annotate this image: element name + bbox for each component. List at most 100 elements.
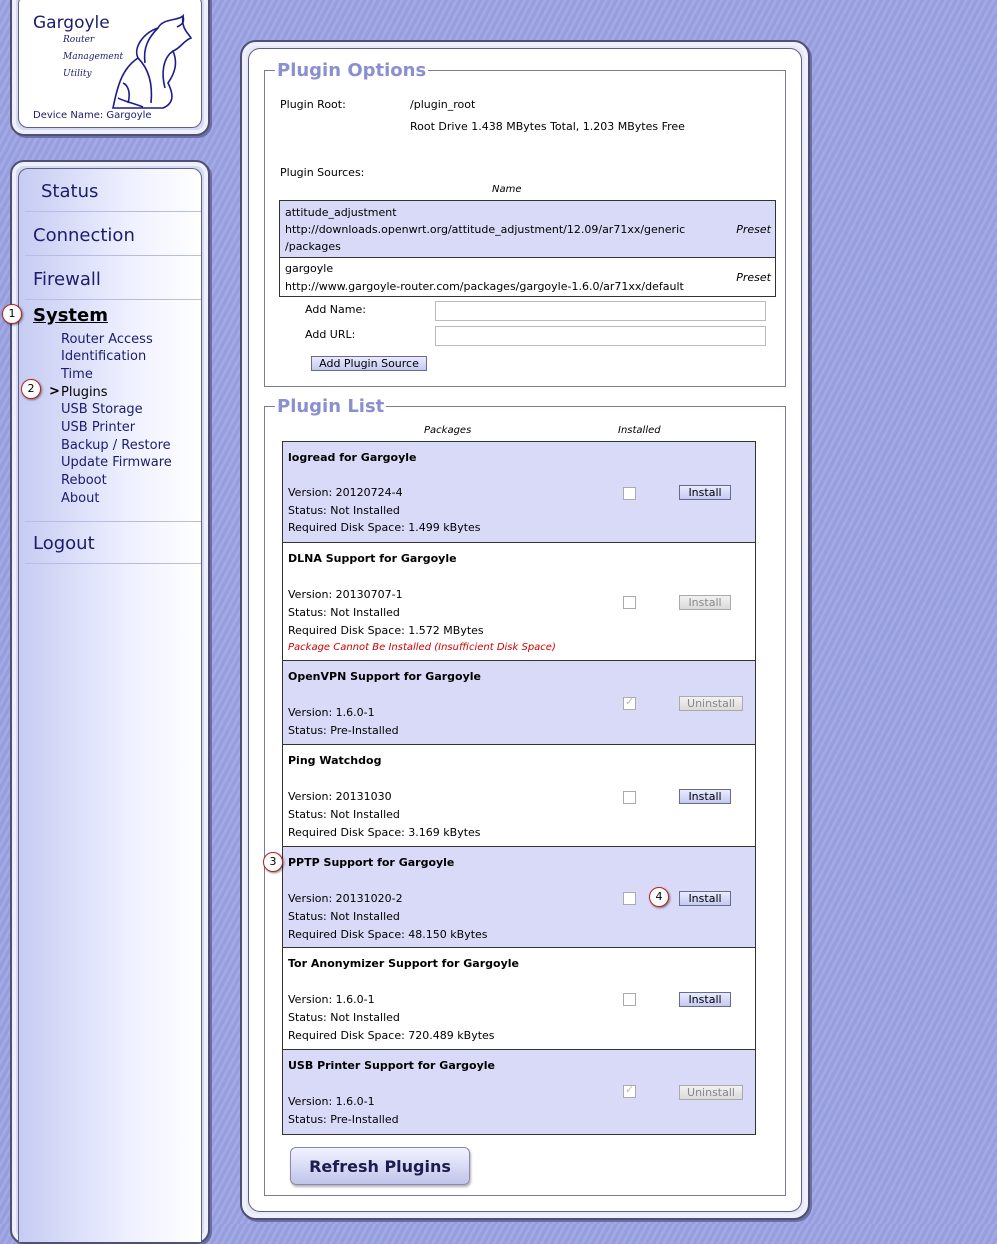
brand-title: Gargoyle [33,13,110,33]
plugin-sources-label: Plugin Sources: [280,166,365,179]
nav-item-plugins[interactable]: Plugins [61,384,108,401]
nav-divider [25,521,201,522]
source-url: http://downloads.openwrt.org/attitude_ad… [285,223,686,236]
plugin-version: Version: 20131020-2 [288,892,403,905]
nav-connection[interactable]: Connection [33,225,135,246]
install-button[interactable]: Install [679,992,731,1007]
install-button[interactable]: Install [679,789,731,804]
nav-item-router-access[interactable]: Router Access [61,331,153,348]
refresh-plugins-button[interactable]: Refresh Plugins [290,1147,470,1185]
nav-item-usb-storage[interactable]: USB Storage [61,401,143,418]
plugin-disk-space: Required Disk Space: 3.169 kBytes [288,826,481,839]
plugin-status: Status: Pre-Installed [288,724,399,737]
install-button[interactable]: Install [679,595,731,610]
nav-divider [25,563,201,564]
plugin-disk-space: Required Disk Space: 1.572 MBytes [288,624,484,637]
nav-system[interactable]: System [33,305,108,326]
step-badge-4: 4 [649,887,669,907]
plugin-disk-space: Required Disk Space: 1.499 kBytes [288,521,481,534]
nav-item-update-firmware[interactable]: Update Firmware [61,454,172,471]
source-row: gargoyle http://www.gargoyle-router.com/… [280,257,775,297]
current-item-marker: > [49,384,60,399]
brand-subtitle-1: Router [63,35,95,45]
source-url: http://www.gargoyle-router.com/packages/… [285,280,684,293]
plugin-status: Status: Pre-Installed [288,1113,399,1126]
plugin-options-legend: Plugin Options [277,60,427,81]
logo-inner: Gargoyle Router Management Utility Devic… [18,0,202,128]
step-badge-1: 1 [2,304,22,324]
add-plugin-source-button[interactable]: Add Plugin Source [311,356,427,371]
plugin-row-openvpn: OpenVPN Support for Gargoyle Version: 1.… [283,661,755,745]
plugin-root-value: /plugin_root [410,98,476,111]
add-url-label: Add URL: [305,328,356,341]
plugin-status: Status: Not Installed [288,606,400,619]
plugin-name: Tor Anonymizer Support for Gargoyle [288,957,519,970]
nav-logout[interactable]: Logout [33,533,95,554]
nav-firewall[interactable]: Firewall [33,269,101,290]
plugin-list-legend: Plugin List [277,396,385,417]
logo-panel: Gargoyle Router Management Utility Devic… [10,0,210,136]
nav-inner: Status Connection Firewall System Router… [18,168,202,1242]
installed-checkbox[interactable] [623,791,636,804]
nav-divider [25,255,201,256]
uninstall-button[interactable]: Uninstall [679,696,743,711]
uninstall-button[interactable]: Uninstall [679,1085,743,1100]
source-preset-tag: Preset [736,271,771,284]
installed-checkbox[interactable] [623,596,636,609]
source-row: attitude_adjustment http://downloads.ope… [280,201,775,257]
installed-checkbox[interactable] [623,892,636,905]
plugin-version: Version: 1.6.0-1 [288,1095,375,1108]
plugin-warning: Package Cannot Be Installed (Insufficien… [288,642,556,653]
gargoyle-logo-icon [112,13,193,109]
installed-checkbox[interactable] [623,695,636,710]
packages-column-header: Packages [424,425,472,436]
plugin-version: Version: 20131030 [288,790,392,803]
plugin-version: Version: 20130707-1 [288,588,403,601]
plugin-name: USB Printer Support for Gargoyle [288,1059,496,1072]
sources-name-header: Name [492,184,522,195]
source-url-cont: /packages [285,240,341,253]
install-button[interactable]: Install [679,485,731,500]
plugin-row-ping-watchdog: Ping Watchdog Version: 20131030 Status: … [283,745,755,847]
plugin-status: Status: Not Installed [288,1011,400,1024]
plugin-status: Status: Not Installed [288,504,400,517]
plugin-version: Version: 1.6.0-1 [288,993,375,1006]
plugin-version: Version: 20120724-4 [288,486,403,499]
plugin-name: Ping Watchdog [288,754,382,767]
plugin-name: DLNA Support for Gargoyle [288,552,457,565]
plugin-root-label: Plugin Root: [280,98,346,111]
plugin-disk-space: Required Disk Space: 720.489 kBytes [288,1029,495,1042]
installed-column-header: Installed [618,425,661,436]
nav-item-about[interactable]: About [61,490,99,507]
source-preset-tag: Preset [736,223,771,236]
plugin-row-usb-printer: USB Printer Support for Gargoyle Version… [283,1050,755,1135]
installed-checkbox[interactable] [623,487,636,500]
nav-item-usb-printer[interactable]: USB Printer [61,419,135,436]
plugin-version: Version: 1.6.0-1 [288,706,375,719]
plugin-status: Status: Not Installed [288,910,400,923]
plugin-name: OpenVPN Support for Gargoyle [288,670,482,683]
plugin-status: Status: Not Installed [288,808,400,821]
source-name: attitude_adjustment [285,206,397,219]
add-name-label: Add Name: [305,303,366,316]
add-name-input[interactable] [435,301,766,321]
nav-divider [25,211,201,212]
nav-item-backup-restore[interactable]: Backup / Restore [61,437,171,454]
plugin-sources-table: attitude_adjustment http://downloads.ope… [279,200,776,297]
installed-checkbox[interactable] [623,993,636,1006]
brand-subtitle-3: Utility [63,69,92,79]
add-url-input[interactable] [435,326,766,346]
nav-status[interactable]: Status [41,181,98,202]
install-button[interactable]: Install [679,891,731,906]
plugin-row-pptp: PPTP Support for Gargoyle Version: 20131… [283,847,755,948]
nav-item-identification[interactable]: Identification [61,348,146,365]
nav-item-time[interactable]: Time [61,366,93,383]
step-badge-3: 3 [263,852,283,872]
plugin-list-table: logread for Gargoyle Version: 20120724-4… [282,441,756,1135]
installed-checkbox[interactable] [623,1083,636,1098]
plugin-row-logread: logread for Gargoyle Version: 20120724-4… [283,442,755,543]
device-name: Device Name: Gargoyle [33,110,152,121]
plugin-name: PPTP Support for Gargoyle [288,856,455,869]
nav-item-reboot[interactable]: Reboot [61,472,107,489]
root-drive-info: Root Drive 1.438 MBytes Total, 1.203 MBy… [410,120,685,133]
